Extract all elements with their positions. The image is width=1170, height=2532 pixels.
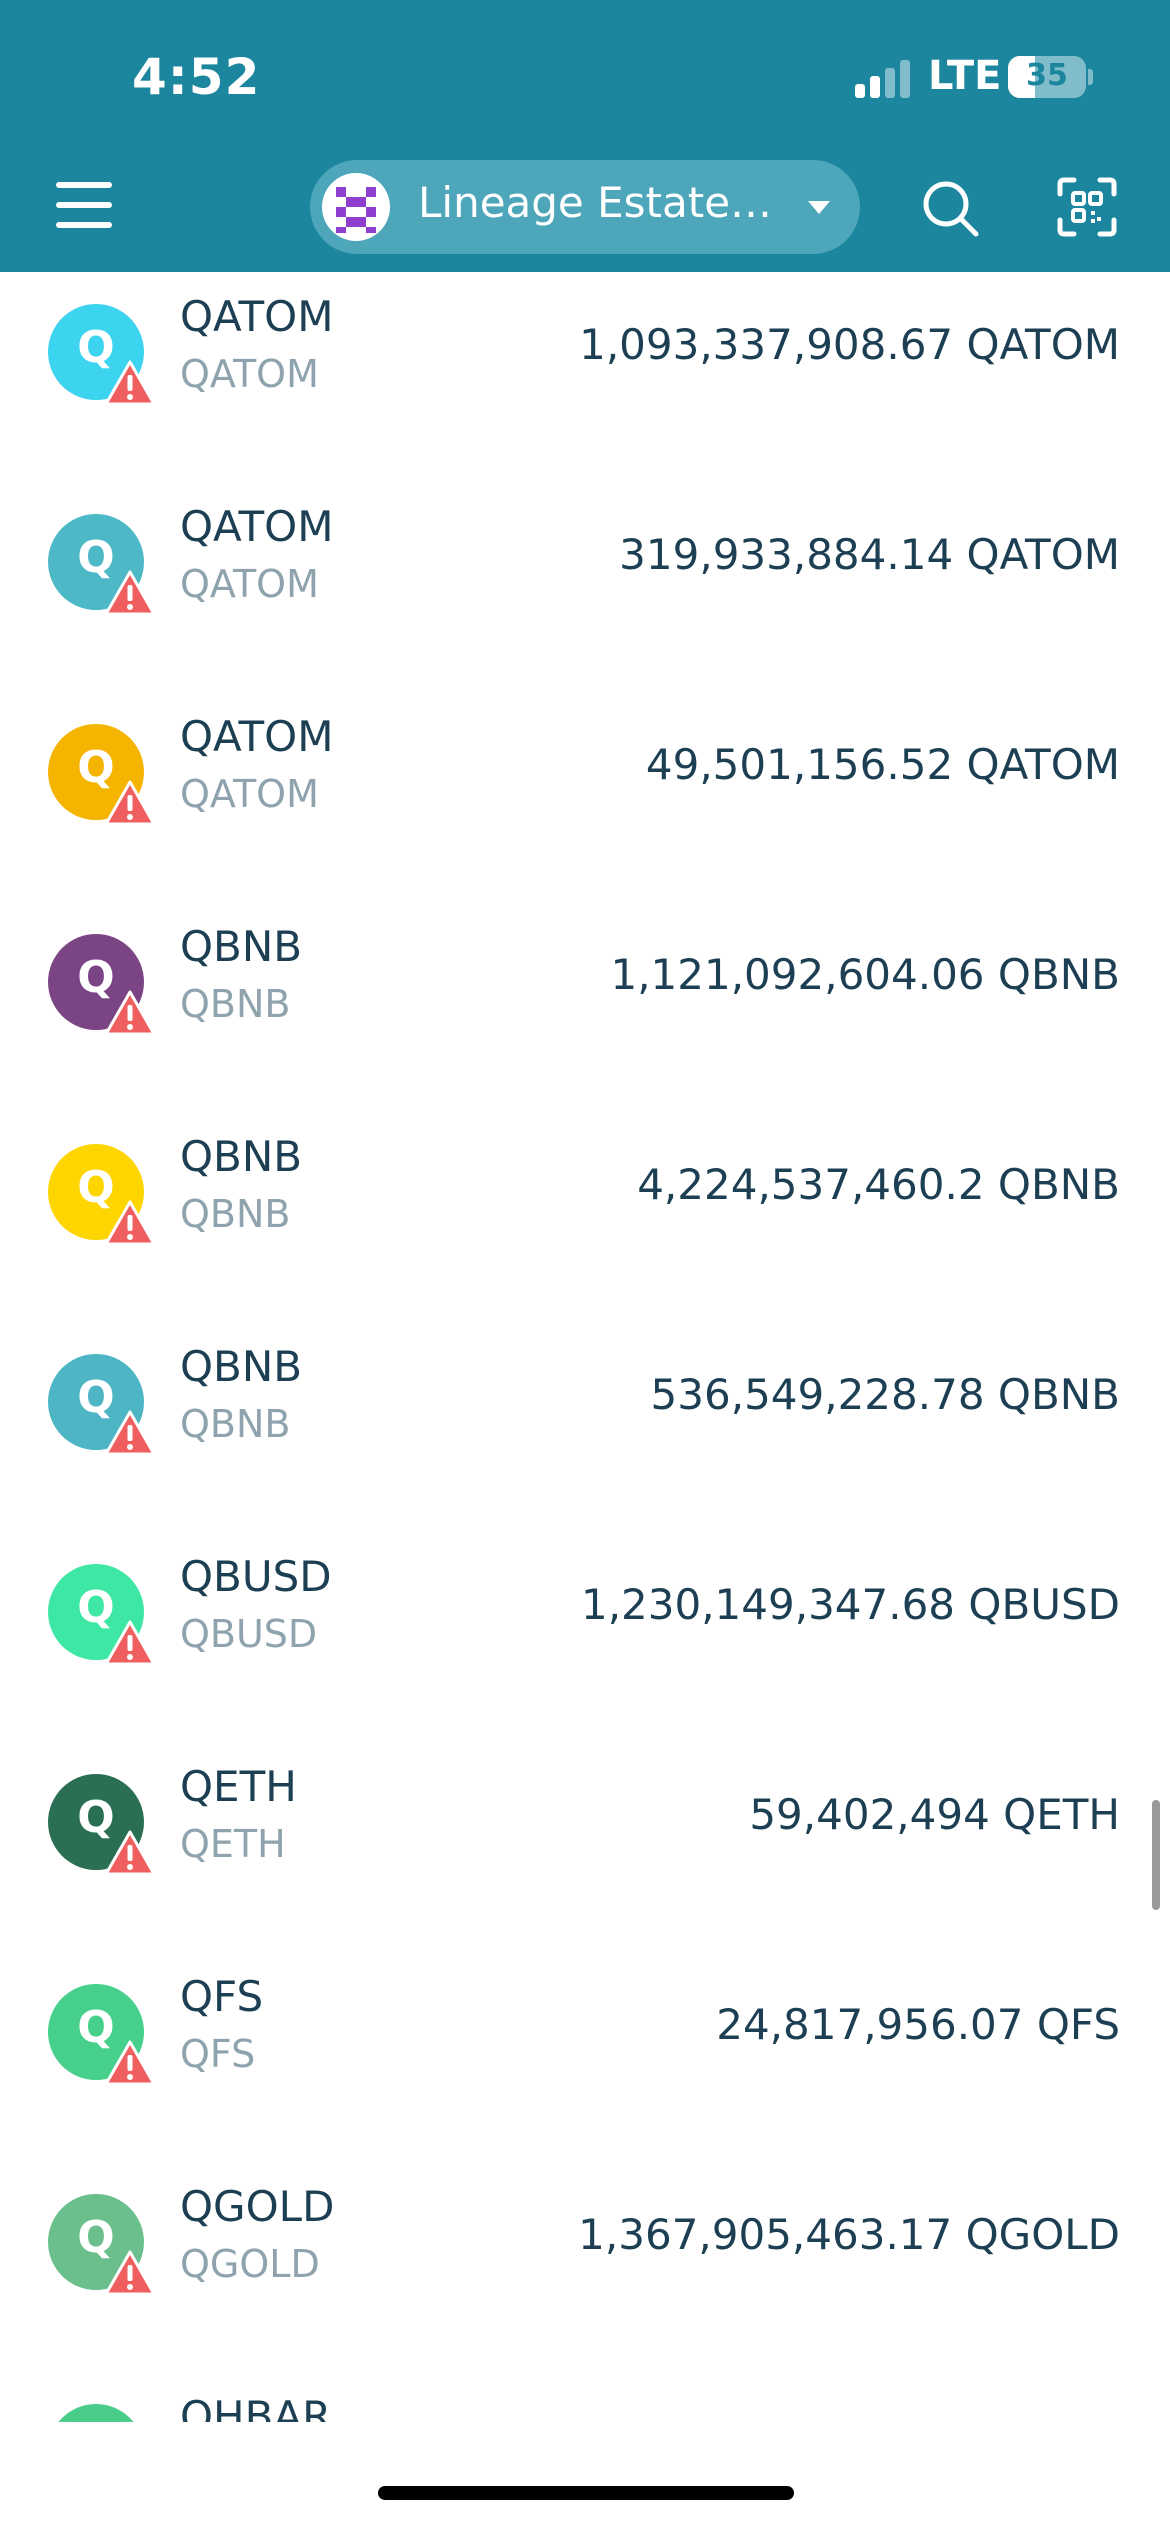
network-type: LTE [928, 53, 1002, 99]
warning-icon [104, 1410, 156, 1456]
token-balance: 1,367,905,463.17 QGOLD [578, 2210, 1120, 2259]
warning-icon [104, 780, 156, 826]
token-symbol: QBNB [180, 1192, 291, 1236]
token-balance: 49,501,156.52 QATOM [645, 740, 1120, 789]
wallet-token-list-screen: 4:52 LTE 35 Lineage Estate… Q QATOM QATO… [0, 0, 1170, 2532]
token-symbol: QBUSD [180, 1612, 318, 1656]
token-balance: 24,817,956.07 QFS [716, 2000, 1120, 2049]
token-name: QHBAR [180, 2392, 332, 2422]
warning-icon [104, 360, 156, 406]
token-name: QBNB [180, 922, 303, 971]
token-name: QGOLD [180, 2182, 335, 2231]
token-row[interactable]: Q QBNB QBNB 1,121,092,604.06 QBNB [0, 872, 1170, 1082]
token-symbol: QETH [180, 1822, 286, 1866]
token-name: QATOM [180, 712, 334, 761]
battery-tip [1088, 69, 1093, 85]
wallet-selector[interactable]: Lineage Estate… [310, 160, 860, 254]
battery-percent: 35 [1026, 58, 1068, 93]
token-logo-icon [48, 2404, 144, 2422]
scan-qr-icon[interactable] [1056, 176, 1118, 238]
status-time: 4:52 [132, 48, 261, 106]
warning-icon [104, 570, 156, 616]
token-row[interactable]: Q QBUSD QBUSD 1,230,149,347.68 QBUSD [0, 1502, 1170, 1712]
home-indicator[interactable] [378, 2486, 794, 2500]
token-symbol: QATOM [180, 772, 319, 816]
token-balance: 4,224,537,460.2 QBNB [637, 1160, 1120, 1209]
token-name: QATOM [180, 502, 334, 551]
token-balance: 59,402,494 QETH [749, 1790, 1120, 1839]
token-row[interactable]: QHBAR [0, 2342, 1170, 2422]
scrollbar[interactable] [1152, 1800, 1160, 1910]
token-name: QATOM [180, 292, 334, 341]
token-name: QFS [180, 1972, 264, 2021]
hamburger-menu-icon[interactable] [56, 180, 112, 230]
token-list: Q QATOM QATOM 1,093,337,908.67 QATOM Q QATOM Q… [0, 272, 1170, 2422]
top-app-bar: 4:52 LTE 35 Lineage Estate… [0, 0, 1170, 272]
token-balance: 1,093,337,908.67 QATOM [579, 320, 1120, 369]
warning-icon [104, 2250, 156, 2296]
token-balance: 536,549,228.78 QBNB [650, 1370, 1120, 1419]
token-symbol: QGOLD [180, 2242, 320, 2286]
token-row[interactable]: Q QATOM QATOM 319,933,884.14 QATOM [0, 452, 1170, 662]
token-symbol: QATOM [180, 352, 319, 396]
token-row[interactable]: Q QATOM QATOM 1,093,337,908.67 QATOM [0, 272, 1170, 452]
cellular-signal-icon [855, 58, 915, 98]
battery-icon: 35 [1008, 56, 1086, 98]
warning-icon [104, 1620, 156, 1666]
search-icon[interactable] [920, 178, 980, 238]
token-symbol: QBNB [180, 1402, 291, 1446]
token-row[interactable]: Q QFS QFS 24,817,956.07 QFS [0, 1922, 1170, 2132]
token-name: QETH [180, 1762, 297, 1811]
token-balance: 1,230,149,347.68 QBUSD [580, 1580, 1120, 1629]
wallet-avatar-icon [322, 173, 390, 241]
token-symbol: QBNB [180, 982, 291, 1026]
token-symbol: QATOM [180, 562, 319, 606]
token-row[interactable]: Q QETH QETH 59,402,494 QETH [0, 1712, 1170, 1922]
token-name: QBNB [180, 1342, 303, 1391]
token-row[interactable]: Q QATOM QATOM 49,501,156.52 QATOM [0, 662, 1170, 872]
warning-icon [104, 1830, 156, 1876]
token-name: QBNB [180, 1132, 303, 1181]
token-row[interactable]: Q QGOLD QGOLD 1,367,905,463.17 QGOLD [0, 2132, 1170, 2342]
token-name: QBUSD [180, 1552, 332, 1601]
warning-icon [104, 990, 156, 1036]
warning-icon [104, 1200, 156, 1246]
token-balance: 319,933,884.14 QATOM [619, 530, 1120, 579]
token-balance: 1,121,092,604.06 QBNB [610, 950, 1120, 999]
chevron-down-icon [808, 201, 830, 214]
token-symbol: QFS [180, 2032, 256, 2076]
warning-icon [104, 2040, 156, 2086]
wallet-name: Lineage Estate… [418, 178, 773, 227]
token-row[interactable]: Q QBNB QBNB 536,549,228.78 QBNB [0, 1292, 1170, 1502]
token-row[interactable]: Q QBNB QBNB 4,224,537,460.2 QBNB [0, 1082, 1170, 1292]
